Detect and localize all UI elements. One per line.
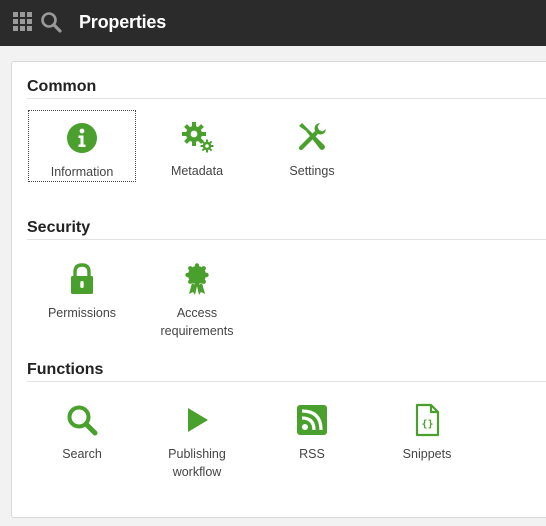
tile-label: Access requirements (160, 306, 234, 338)
tile-label: RSS (299, 447, 325, 461)
section-divider (27, 239, 546, 240)
tile-label: Snippets (402, 447, 452, 461)
tile-permissions[interactable]: Permissions (28, 252, 136, 324)
page-title: Properties (79, 12, 167, 32)
tile-label: Settings (289, 164, 335, 178)
search-icon (67, 405, 98, 436)
tile-label: Metadata (170, 164, 224, 178)
rss-icon (297, 405, 327, 435)
badge-icon (185, 263, 209, 295)
svg-text:{}: {} (421, 419, 433, 430)
tile-label: Search (62, 447, 102, 461)
tile-rss[interactable]: RSS (258, 393, 366, 465)
search-icon[interactable] (40, 11, 62, 33)
section-divider (27, 98, 546, 99)
apps-grid-icon[interactable] (13, 12, 32, 31)
section-title-security: Security (27, 219, 91, 236)
info-icon (67, 123, 97, 153)
tile-label: Publishing workflow (168, 447, 226, 479)
tile-access-requirements[interactable]: Access requirements (143, 252, 251, 338)
tile-publishing-workflow[interactable]: Publishing workflow (143, 393, 251, 479)
snippet-file-icon: {} (415, 403, 440, 437)
tile-information[interactable]: Information (28, 110, 136, 182)
properties-panel: Common Information Metadata Settings Sec… (11, 61, 546, 518)
gears-icon (182, 122, 214, 153)
tile-metadata[interactable]: Metadata (143, 110, 251, 182)
tools-icon (298, 123, 326, 151)
section-title-common: Common (27, 78, 97, 95)
tile-label: Permissions (47, 306, 117, 320)
tile-label: Information (50, 165, 114, 179)
tile-snippets[interactable]: {} Snippets (373, 393, 481, 465)
play-icon (188, 408, 208, 432)
section-title-functions: Functions (27, 361, 104, 378)
tile-settings[interactable]: Settings (258, 110, 366, 182)
tile-search[interactable]: Search (28, 393, 136, 465)
top-bar: Properties (0, 0, 546, 46)
lock-icon (71, 263, 93, 294)
section-divider (27, 381, 546, 382)
